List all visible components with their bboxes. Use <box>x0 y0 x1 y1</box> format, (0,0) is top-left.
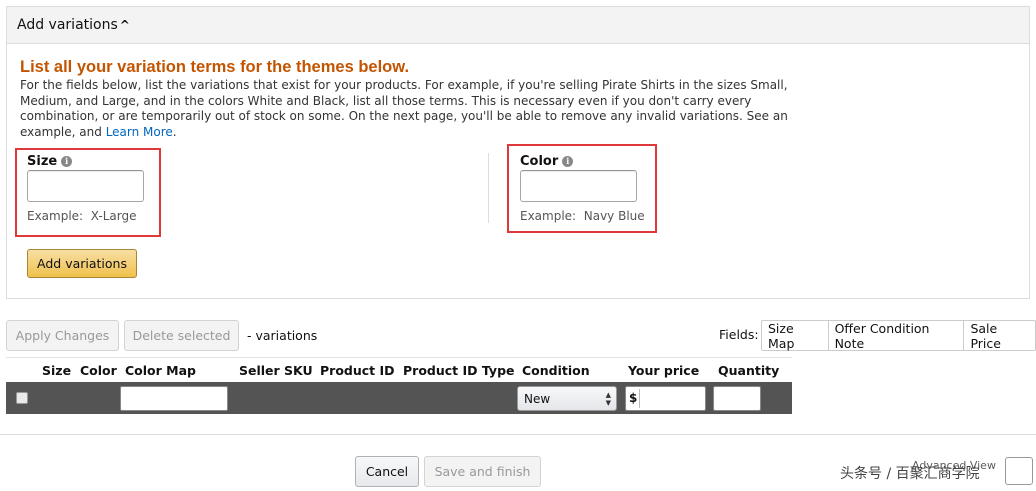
advanced-view-toggle[interactable] <box>1005 457 1033 485</box>
condition-select[interactable]: New ▲ ▼ <box>517 386 617 411</box>
quantity-input[interactable] <box>713 386 761 411</box>
color-map-input[interactable] <box>120 386 228 411</box>
apply-changes-button[interactable]: Apply Changes <box>6 320 119 351</box>
currency-symbol: $ <box>629 391 638 405</box>
add-variations-button[interactable]: Add variations <box>27 249 137 278</box>
watermark-text: 头条号 / 百聚汇商学院 <box>840 466 980 482</box>
color-example-label: Example: <box>520 209 577 223</box>
column-header-color: Color <box>80 363 117 378</box>
field-tabs: Size Map Offer Condition Note Sale Price <box>761 320 1036 351</box>
tab-sale-price[interactable]: Sale Price <box>964 321 1035 351</box>
condition-value: New <box>524 391 551 406</box>
variations-table-header: Size Color Color Map Seller SKU Product … <box>6 357 792 382</box>
column-header-color-map: Color Map <box>125 363 196 378</box>
column-header-condition: Condition <box>522 363 590 378</box>
size-example-value: X-Large <box>90 209 137 223</box>
column-header-seller-sku: Seller SKU <box>239 363 313 378</box>
size-example-label: Example: <box>27 209 84 223</box>
price-separator <box>639 389 640 408</box>
learn-more-link[interactable]: Learn More <box>106 125 173 139</box>
row-checkbox[interactable] <box>16 392 28 404</box>
column-header-product-id-type: Product ID Type <box>403 363 515 378</box>
color-label: Color i <box>520 154 574 169</box>
save-and-finish-button[interactable]: Save and finish <box>424 456 541 487</box>
info-icon[interactable]: i <box>61 156 73 167</box>
add-variations-header[interactable]: Add variations ^ <box>7 7 1029 44</box>
price-input[interactable]: $ <box>625 386 706 411</box>
color-label-text: Color <box>520 154 559 169</box>
delete-selected-button[interactable]: Delete selected <box>124 320 239 351</box>
size-label-text: Size <box>27 154 58 169</box>
footer-divider <box>0 434 1036 435</box>
tab-offer-condition-note[interactable]: Offer Condition Note <box>829 321 965 351</box>
variations-count: - variations <box>247 328 318 343</box>
tab-size-map[interactable]: Size Map <box>762 321 829 351</box>
description-period: . <box>172 124 177 139</box>
color-example: Example: Navy Blue <box>520 209 645 223</box>
table-row: New ▲ ▼ $ <box>6 382 792 414</box>
color-input[interactable] <box>520 170 637 202</box>
column-header-your-price: Your price <box>628 363 700 378</box>
variation-description: For the fields below, list the variation… <box>20 78 790 140</box>
size-input[interactable] <box>27 170 144 202</box>
color-example-value: Navy Blue <box>583 209 645 223</box>
size-example: Example: X-Large <box>27 209 136 223</box>
fields-label: Fields: <box>719 327 759 342</box>
select-arrows-icon: ▲ ▼ <box>605 391 611 407</box>
panel-title: Add variations <box>17 17 118 33</box>
info-icon[interactable]: i <box>562 156 574 167</box>
variation-terms-heading: List all your variation terms for the th… <box>20 58 410 76</box>
field-divider <box>488 153 489 223</box>
chevron-up-icon[interactable]: ^ <box>120 18 130 32</box>
cancel-button[interactable]: Cancel <box>355 456 419 487</box>
column-header-product-id: Product ID <box>320 363 395 378</box>
column-header-quantity: Quantity <box>718 363 780 378</box>
size-label: Size i <box>27 154 73 169</box>
column-header-size: Size <box>42 363 72 378</box>
